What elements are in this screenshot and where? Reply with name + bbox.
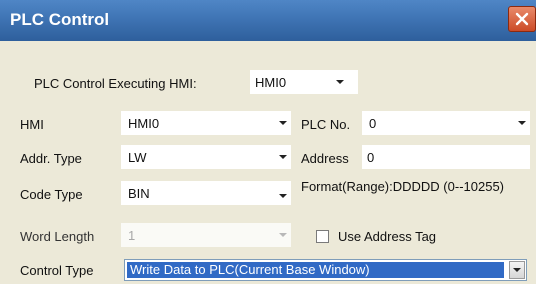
chevron-down-icon: [513, 268, 521, 272]
close-icon: [515, 12, 529, 26]
use-address-tag-checkbox[interactable]: [316, 230, 329, 243]
code-type-select[interactable]: BIN: [121, 181, 291, 205]
chevron-down-icon: [518, 121, 526, 125]
hmi-select[interactable]: HMI0: [121, 111, 291, 135]
control-type-select[interactable]: Write Data to PLC(Current Base Window): [124, 259, 527, 281]
dropdown-button[interactable]: [509, 261, 525, 279]
address-label: Address: [301, 151, 349, 166]
control-type-label: Control Type: [20, 263, 94, 278]
hmi-label: HMI: [20, 117, 44, 132]
chevron-down-icon: [336, 80, 344, 84]
plc-no-label: PLC No.: [301, 117, 351, 132]
format-range-text: Format(Range):DDDDD (0--10255): [301, 179, 504, 194]
executing-hmi-select[interactable]: HMI0: [250, 70, 358, 94]
window-title: PLC Control: [10, 10, 110, 29]
chevron-down-icon: [279, 233, 287, 237]
addr-type-select[interactable]: LW: [121, 145, 291, 169]
plc-no-select[interactable]: 0: [362, 111, 530, 135]
address-input[interactable]: 0: [362, 145, 530, 169]
code-type-label: Code Type: [20, 187, 83, 202]
word-length-label: Word Length: [20, 229, 95, 244]
dialog-body: PLC Control Executing HMI: HMI0 HMI HMI0…: [0, 41, 536, 284]
title-bar[interactable]: PLC Control: [0, 0, 536, 42]
chevron-down-icon: [279, 121, 287, 125]
close-button[interactable]: [508, 6, 536, 32]
word-length-select: 1: [121, 223, 291, 247]
addr-type-label: Addr. Type: [20, 151, 82, 166]
chevron-down-icon: [279, 194, 287, 198]
executing-hmi-label: PLC Control Executing HMI:: [34, 76, 197, 91]
chevron-down-icon: [279, 155, 287, 159]
use-address-tag-label[interactable]: Use Address Tag: [338, 229, 436, 244]
